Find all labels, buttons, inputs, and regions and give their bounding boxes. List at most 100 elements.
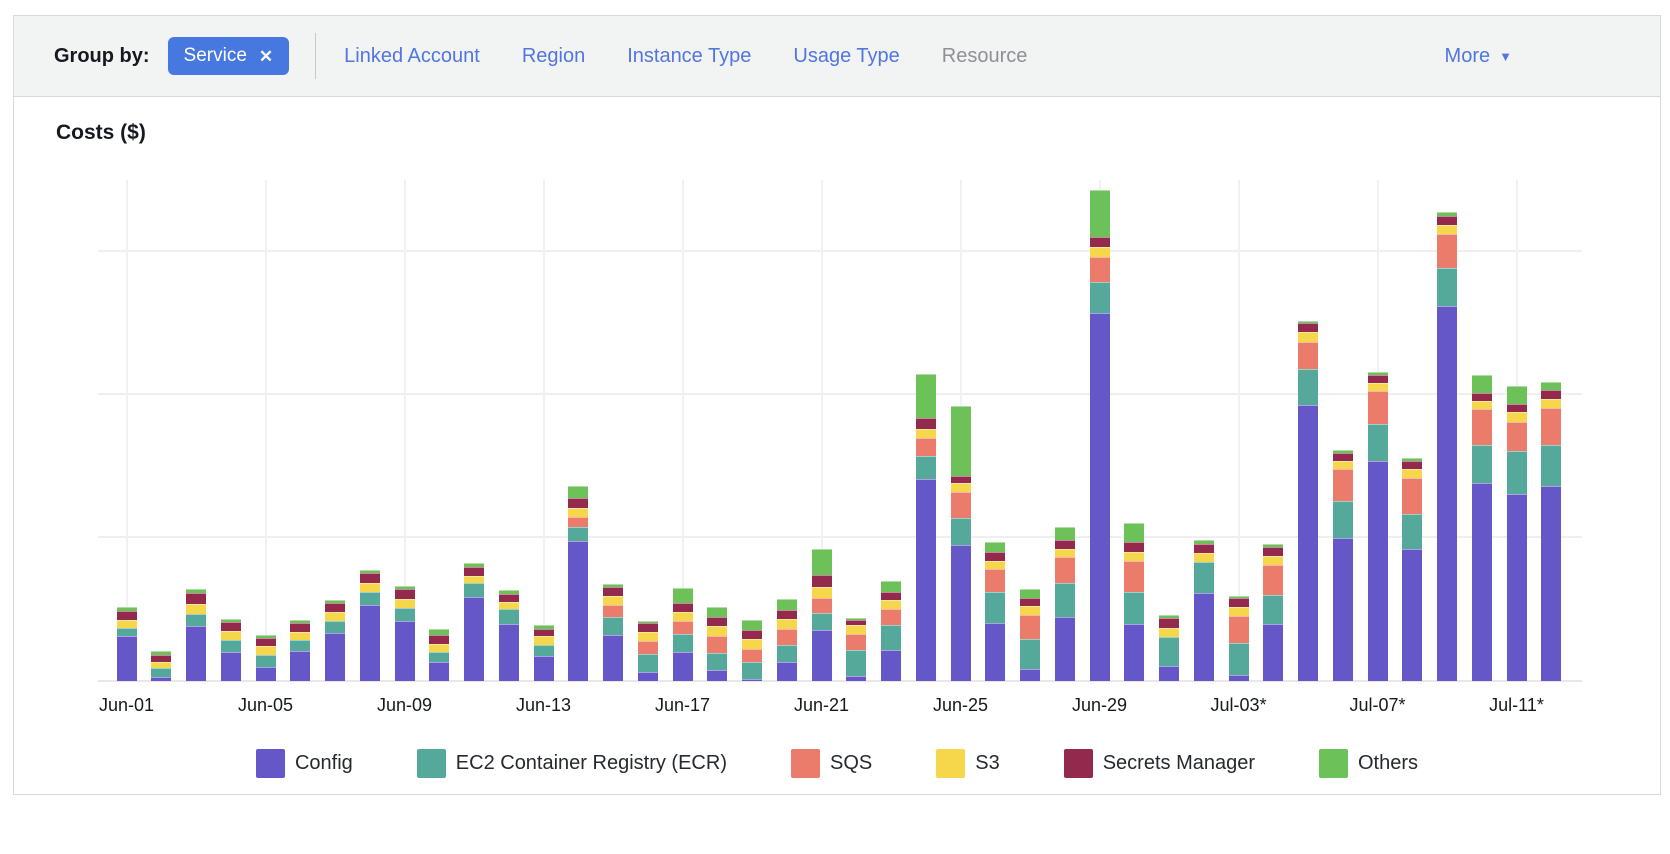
legend-item-sqs[interactable]: SQS bbox=[791, 749, 872, 778]
bar-jun-13[interactable] bbox=[534, 625, 554, 681]
close-icon[interactable]: ✕ bbox=[259, 48, 273, 65]
chart-card: Costs ($) Jun-01Jun-05Jun-09Jun-13Jun-17… bbox=[13, 97, 1661, 795]
bar-segment-ec2-container-registry-ecr- bbox=[325, 621, 345, 633]
bar-jun-11[interactable] bbox=[464, 563, 484, 681]
bar-segment-config bbox=[1437, 306, 1457, 681]
bar-jun-26[interactable] bbox=[985, 542, 1005, 681]
bar-segment-s3 bbox=[464, 576, 484, 583]
bar-segment-s3 bbox=[1124, 552, 1144, 561]
bar-segment-secrets-manager bbox=[290, 623, 310, 632]
bar-segment-others bbox=[916, 374, 936, 418]
legend-item-config[interactable]: Config bbox=[256, 749, 353, 778]
bar-jul-09[interactable] bbox=[1437, 212, 1457, 681]
x-tick-label: Jun-29 bbox=[1072, 695, 1127, 716]
bar-segment-others bbox=[673, 588, 693, 603]
legend-swatch bbox=[417, 749, 446, 778]
vertical-gridline bbox=[543, 180, 545, 681]
bar-segment-ec2-container-registry-ecr- bbox=[951, 518, 971, 545]
group-by-link-region[interactable]: Region bbox=[522, 45, 585, 68]
bar-jun-12[interactable] bbox=[499, 590, 519, 681]
bar-jul-02[interactable] bbox=[1194, 540, 1214, 681]
bar-jun-06[interactable] bbox=[290, 620, 310, 681]
bar-jul-01[interactable] bbox=[1159, 615, 1179, 681]
bar-segment-secrets-manager bbox=[151, 655, 171, 662]
group-by-chip-service[interactable]: Service ✕ bbox=[168, 37, 290, 75]
legend-item-others[interactable]: Others bbox=[1319, 749, 1418, 778]
bar-segment-sqs bbox=[1507, 422, 1527, 451]
bar-jul-03[interactable] bbox=[1229, 596, 1249, 681]
bar-jun-19[interactable] bbox=[742, 620, 762, 681]
bar-jun-10[interactable] bbox=[429, 629, 449, 681]
more-menu-button[interactable]: More ▼ bbox=[1445, 45, 1512, 68]
bar-segment-config bbox=[1541, 486, 1561, 681]
bar-jun-22[interactable] bbox=[846, 618, 866, 681]
bar-jun-15[interactable] bbox=[603, 584, 623, 681]
bar-segment-sqs bbox=[916, 438, 936, 456]
bar-jul-06[interactable] bbox=[1333, 450, 1353, 681]
bar-jul-08[interactable] bbox=[1402, 458, 1422, 681]
bar-segment-secrets-manager bbox=[1368, 375, 1388, 383]
bar-jul-12[interactable] bbox=[1541, 382, 1561, 681]
bar-segment-secrets-manager bbox=[638, 623, 658, 632]
bar-segment-secrets-manager bbox=[777, 610, 797, 619]
bar-jun-02[interactable] bbox=[151, 651, 171, 681]
plot-area bbox=[98, 180, 1582, 681]
group-by-link-linked-account[interactable]: Linked Account bbox=[344, 45, 480, 68]
bar-segment-secrets-manager bbox=[1229, 598, 1249, 607]
group-by-toolbar: Group by: Service ✕ Linked AccountRegion… bbox=[13, 15, 1661, 97]
bar-jun-09[interactable] bbox=[395, 586, 415, 681]
bar-jun-20[interactable] bbox=[777, 599, 797, 681]
group-by-link-usage-type[interactable]: Usage Type bbox=[793, 45, 899, 68]
bar-segment-sqs bbox=[1472, 409, 1492, 445]
bar-segment-sqs bbox=[985, 569, 1005, 592]
bar-jun-03[interactable] bbox=[186, 589, 206, 681]
legend-item-ec2-container-registry-ecr-[interactable]: EC2 Container Registry (ECR) bbox=[417, 749, 727, 778]
bar-segment-config bbox=[673, 652, 693, 681]
legend-item-secrets-manager[interactable]: Secrets Manager bbox=[1064, 749, 1255, 778]
bar-jun-16[interactable] bbox=[638, 621, 658, 681]
bar-segment-secrets-manager bbox=[1159, 618, 1179, 628]
bar-jul-05[interactable] bbox=[1298, 321, 1318, 681]
bar-jul-10[interactable] bbox=[1472, 375, 1492, 681]
bar-segment-ec2-container-registry-ecr- bbox=[673, 634, 693, 652]
bar-segment-config bbox=[812, 630, 832, 681]
bar-segment-secrets-manager bbox=[256, 638, 276, 646]
x-tick-label: Jun-25 bbox=[933, 695, 988, 716]
bar-segment-others bbox=[568, 486, 588, 498]
bar-jul-04[interactable] bbox=[1263, 544, 1283, 681]
bar-segment-others bbox=[1055, 527, 1075, 540]
bar-jul-07[interactable] bbox=[1368, 372, 1388, 681]
bar-segment-s3 bbox=[1437, 225, 1457, 234]
bar-jun-24[interactable] bbox=[916, 374, 936, 681]
bar-segment-config bbox=[707, 670, 727, 681]
bar-segment-ec2-container-registry-ecr- bbox=[256, 655, 276, 667]
bar-jun-18[interactable] bbox=[707, 607, 727, 681]
bar-jun-01[interactable] bbox=[117, 607, 137, 681]
bar-jun-21[interactable] bbox=[812, 549, 832, 681]
bar-jun-04[interactable] bbox=[221, 619, 241, 681]
bar-jun-17[interactable] bbox=[673, 588, 693, 681]
bar-segment-ec2-container-registry-ecr- bbox=[1263, 595, 1283, 624]
bar-jun-28[interactable] bbox=[1055, 527, 1075, 681]
bar-segment-ec2-container-registry-ecr- bbox=[499, 609, 519, 624]
bar-jun-29[interactable] bbox=[1090, 190, 1110, 681]
bar-jul-11[interactable] bbox=[1507, 386, 1527, 681]
legend-item-s3[interactable]: S3 bbox=[936, 749, 999, 778]
bar-jun-14[interactable] bbox=[568, 486, 588, 681]
bar-segment-ec2-container-registry-ecr- bbox=[1507, 451, 1527, 494]
bar-jun-05[interactable] bbox=[256, 635, 276, 681]
bar-segment-ec2-container-registry-ecr- bbox=[395, 608, 415, 621]
bar-segment-others bbox=[742, 620, 762, 630]
bar-jun-08[interactable] bbox=[360, 570, 380, 681]
bar-jun-23[interactable] bbox=[881, 581, 901, 681]
bar-segment-secrets-manager bbox=[534, 629, 554, 636]
bar-segment-config bbox=[1194, 593, 1214, 681]
bar-segment-config bbox=[1472, 483, 1492, 681]
bar-segment-secrets-manager bbox=[464, 567, 484, 576]
bar-jun-30[interactable] bbox=[1124, 523, 1144, 681]
bar-jun-27[interactable] bbox=[1020, 589, 1040, 681]
group-by-link-instance-type[interactable]: Instance Type bbox=[627, 45, 751, 68]
bar-jun-25[interactable] bbox=[951, 406, 971, 681]
legend-swatch bbox=[1319, 749, 1348, 778]
bar-jun-07[interactable] bbox=[325, 600, 345, 681]
